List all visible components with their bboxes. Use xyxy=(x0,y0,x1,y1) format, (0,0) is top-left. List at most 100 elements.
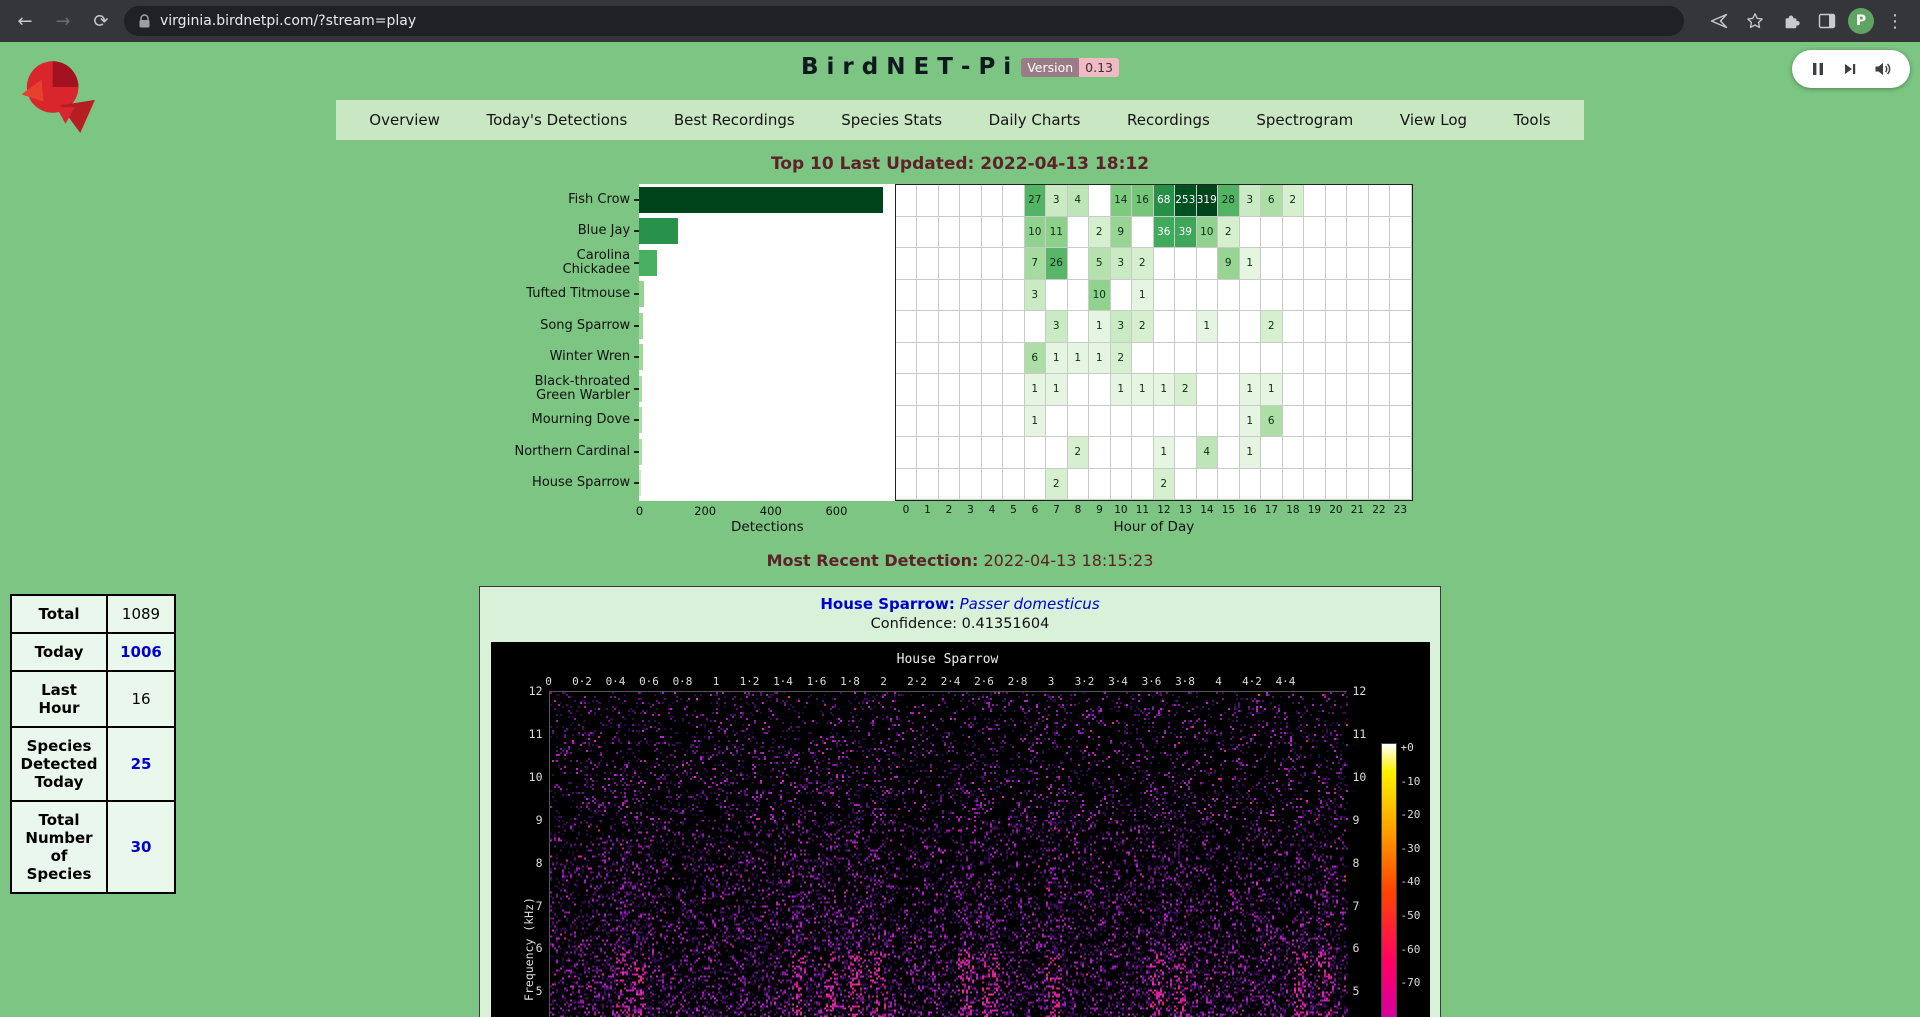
heatmap-cell xyxy=(1390,437,1412,469)
spectrogram-xtick: 1·6 xyxy=(807,675,827,688)
nav-item-species-stats[interactable]: Species Stats xyxy=(833,107,950,133)
heatmap-cell xyxy=(1261,280,1283,312)
spectrogram-xtick: 1·8 xyxy=(840,675,860,688)
bar-xaxis-ticks: 0200400600 xyxy=(640,504,896,519)
heatmap-xtick: 1 xyxy=(917,504,939,519)
spectrogram-legend-tick: -10 xyxy=(1401,775,1421,788)
heatmap-cell: 2 xyxy=(1283,185,1305,217)
species-label: House Sparrow xyxy=(508,468,640,500)
heatmap-cell xyxy=(982,280,1004,312)
bar xyxy=(639,439,642,465)
spectrogram-ytick-right: 5 xyxy=(1353,984,1360,998)
heatmap-cell xyxy=(939,248,961,280)
heatmap-cell xyxy=(982,406,1004,438)
heatmap-xtick: 12 xyxy=(1153,504,1175,519)
heatmap-xtick: 6 xyxy=(1024,504,1046,519)
spectrogram-xtick: 2·4 xyxy=(941,675,961,688)
heatmap-cell xyxy=(1218,469,1240,501)
heatmap-cell: 1 xyxy=(1089,311,1111,343)
heatmap-cell xyxy=(1390,248,1412,280)
spectrogram-xtick: 0·2 xyxy=(572,675,592,688)
extensions-icon[interactable] xyxy=(1776,6,1806,36)
spectrogram-xtick: 4 xyxy=(1215,675,1222,688)
heatmap-cell xyxy=(1261,343,1283,375)
heatmap-cell xyxy=(896,217,918,249)
nav-item-today-s-detections[interactable]: Today's Detections xyxy=(478,107,635,133)
spectrogram-legend-tick: -50 xyxy=(1401,909,1421,922)
heatmap-cell xyxy=(960,280,982,312)
bookmark-star-icon[interactable] xyxy=(1740,6,1770,36)
nav-item-recordings[interactable]: Recordings xyxy=(1119,107,1218,133)
heatmap-cell: 14 xyxy=(1111,185,1133,217)
menu-dots-icon[interactable]: ⋮ xyxy=(1880,6,1910,36)
skip-forward-button[interactable] xyxy=(1843,62,1857,76)
stat-value-link[interactable]: 1006 xyxy=(120,643,162,661)
heatmap-cell xyxy=(1326,469,1348,501)
bar xyxy=(639,187,883,213)
heatmap-cell: 5 xyxy=(1089,248,1111,280)
chart-species-labels: Fish CrowBlue JayCarolina ChickadeeTufte… xyxy=(508,184,640,501)
chart-heatmap: 2734141668253319283621011293639102726532… xyxy=(895,184,1413,501)
heatmap-cell xyxy=(960,217,982,249)
heatmap-cell: 6 xyxy=(1261,185,1283,217)
nav-item-view-log[interactable]: View Log xyxy=(1392,107,1475,133)
spectrogram-ytick-right: 8 xyxy=(1353,856,1360,870)
heatmap-cell xyxy=(896,469,918,501)
volume-button[interactable] xyxy=(1874,61,1892,77)
heatmap-cell: 11 xyxy=(1046,217,1068,249)
heatmap-cell xyxy=(1111,469,1133,501)
reload-icon[interactable]: ⟳ xyxy=(86,6,116,36)
nav-item-best-recordings[interactable]: Best Recordings xyxy=(666,107,803,133)
heatmap-cell: 2 xyxy=(1218,217,1240,249)
heatmap-cell: 1 xyxy=(1154,437,1176,469)
heatmap-cell xyxy=(1218,311,1240,343)
stat-value-text: 1089 xyxy=(122,605,160,623)
heatmap-cell xyxy=(1068,280,1090,312)
spectrogram-legend-tick: -70 xyxy=(1401,976,1421,989)
url-bar[interactable]: virginia.birdnetpi.com/?stream=play xyxy=(124,6,1684,36)
bar xyxy=(639,470,641,496)
heatmap-xtick: 5 xyxy=(1003,504,1025,519)
heatmap-cell xyxy=(1369,311,1391,343)
profile-avatar[interactable]: P xyxy=(1848,8,1874,34)
nav-item-spectrogram[interactable]: Spectrogram xyxy=(1248,107,1361,133)
stat-value-link[interactable]: 25 xyxy=(131,755,152,773)
heatmap-cell: 1 xyxy=(1132,280,1154,312)
pause-button[interactable] xyxy=(1810,61,1826,77)
heatmap-cell xyxy=(982,185,1004,217)
heatmap-cell xyxy=(1369,406,1391,438)
detection-common-name[interactable]: House Sparrow: xyxy=(820,595,954,613)
heatmap-cell xyxy=(1283,374,1305,406)
heatmap-cell xyxy=(917,406,939,438)
heatmap-xtick: 2 xyxy=(938,504,960,519)
heatmap-cell xyxy=(1068,217,1090,249)
heatmap-cell xyxy=(896,406,918,438)
detection-scientific-name[interactable]: Passer domesticus xyxy=(960,595,1100,613)
heatmap-cell xyxy=(1218,280,1240,312)
heatmap-cell xyxy=(960,343,982,375)
heatmap-cell xyxy=(1261,217,1283,249)
send-icon[interactable] xyxy=(1704,6,1734,36)
spectrogram-xtick: 0 xyxy=(545,675,552,688)
heatmap-cell: 1 xyxy=(1261,374,1283,406)
birdnet-pi-logo[interactable] xyxy=(14,52,106,144)
stat-value-link[interactable]: 30 xyxy=(131,838,152,856)
heatmap-cell xyxy=(1240,217,1262,249)
heatmap-cell xyxy=(1197,280,1219,312)
bar xyxy=(639,281,644,307)
most-recent-label: Most Recent Detection: xyxy=(767,551,979,570)
heatmap-cell: 26 xyxy=(1046,248,1068,280)
heatmap-cell xyxy=(1175,280,1197,312)
spectrogram-ytick-left: 11 xyxy=(511,727,543,741)
heatmap-cell xyxy=(1390,374,1412,406)
heatmap-cell xyxy=(1218,343,1240,375)
heatmap-cell xyxy=(917,280,939,312)
forward-icon[interactable]: → xyxy=(48,6,78,36)
heatmap-cell xyxy=(1089,185,1111,217)
nav-item-daily-charts[interactable]: Daily Charts xyxy=(981,107,1089,133)
back-icon[interactable]: ← xyxy=(10,6,40,36)
nav-item-tools[interactable]: Tools xyxy=(1506,107,1559,133)
side-panel-icon[interactable] xyxy=(1812,6,1842,36)
nav-item-overview[interactable]: Overview xyxy=(361,107,448,133)
stat-label: Total Number of Species xyxy=(11,801,107,893)
